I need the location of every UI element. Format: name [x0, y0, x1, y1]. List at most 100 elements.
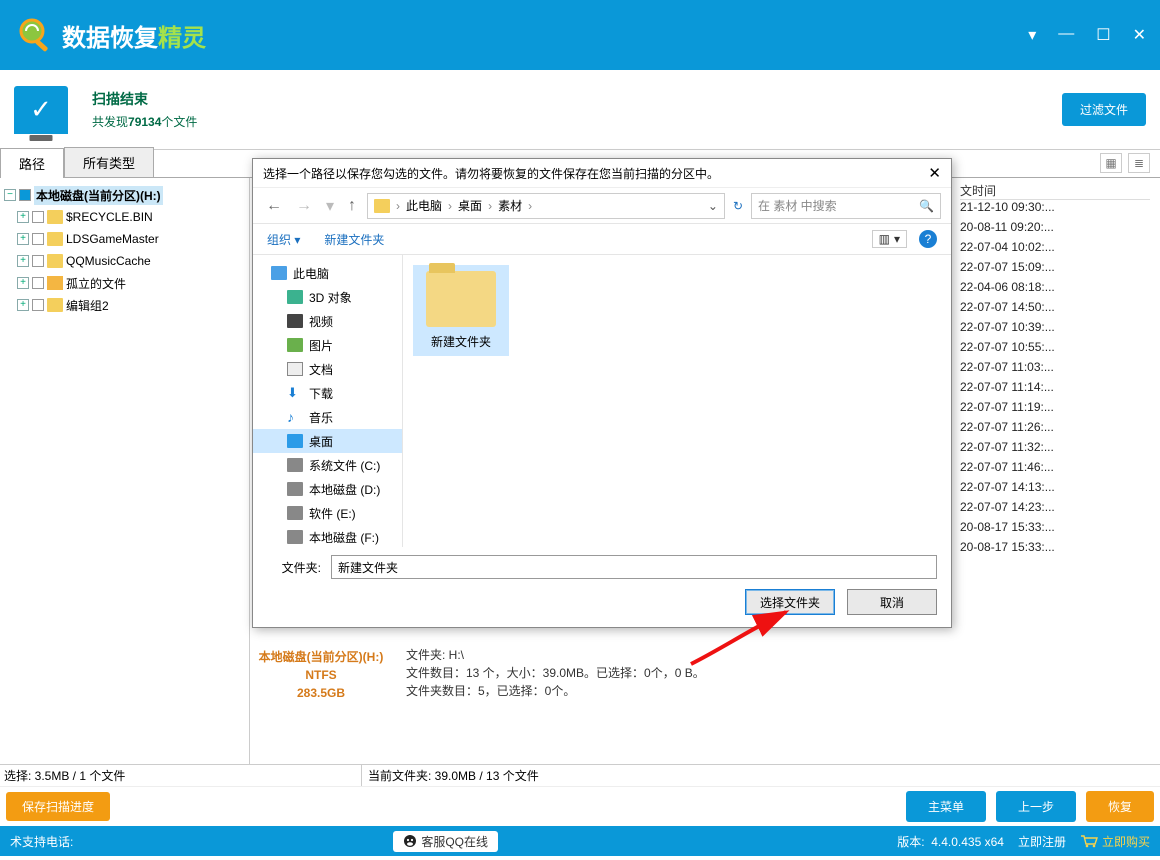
tree-expand-icon[interactable]: +	[17, 299, 29, 311]
buy-button[interactable]: 立即购买	[1080, 833, 1150, 850]
timestamp-cell: 22-07-07 11:19:...	[960, 400, 1150, 420]
tree-expand-icon[interactable]: +	[17, 233, 29, 245]
tab-path[interactable]: 路径	[0, 148, 64, 178]
tech-support-label: 术支持电话:	[10, 833, 73, 850]
brand-text-a: 数据恢复	[62, 18, 158, 53]
footer: 术支持电话: 客服QQ在线 版本: 4.4.0.435 x64 立即注册 立即购…	[0, 826, 1160, 856]
disk-card[interactable]: 本地磁盘(当前分区)(H:) NTFS 283.5GB	[256, 648, 386, 702]
side-drive-f[interactable]: 本地磁盘 (F:)	[253, 525, 402, 547]
organize-menu[interactable]: 组织 ▾	[267, 231, 300, 248]
tree-checkbox[interactable]	[19, 189, 31, 201]
side-drive-c[interactable]: 系统文件 (C:)	[253, 453, 402, 477]
view-mode-dropdown[interactable]: ▥ ▾	[872, 230, 907, 248]
folder-icon	[47, 254, 63, 268]
nav-up-icon[interactable]: ↑	[345, 197, 359, 215]
version-label: 版本: 4.4.0.435 x64	[897, 833, 1004, 850]
folder-icon	[47, 232, 63, 246]
side-videos[interactable]: 视频	[253, 309, 402, 333]
timestamp-cell: 22-07-07 14:13:...	[960, 480, 1150, 500]
tree-item[interactable]: $RECYCLE.BIN	[66, 210, 153, 224]
new-folder-button[interactable]: 新建文件夹	[324, 231, 384, 248]
tree-collapse-icon[interactable]: −	[4, 189, 16, 201]
choose-folder-button[interactable]: 选择文件夹	[745, 589, 835, 615]
main-menu-button[interactable]: 主菜单	[906, 791, 986, 822]
timestamp-cell: 22-07-07 11:26:...	[960, 420, 1150, 440]
side-pictures[interactable]: 图片	[253, 333, 402, 357]
timestamp-cell: 22-07-04 10:02:...	[960, 240, 1150, 260]
nav-recent-icon[interactable]: ▾	[323, 196, 337, 216]
timestamp-cell: 22-04-06 08:18:...	[960, 280, 1150, 300]
tree-item[interactable]: 孤立的文件	[66, 275, 126, 292]
tree-expand-icon[interactable]: +	[17, 277, 29, 289]
brand-text-b: 精灵	[158, 18, 206, 53]
folder-item-label: 新建文件夹	[415, 333, 507, 350]
scan-title: 扫描结束	[92, 89, 197, 109]
tree-checkbox[interactable]	[32, 211, 44, 223]
side-documents[interactable]: 文档	[253, 357, 402, 381]
side-downloads[interactable]: ⬇下载	[253, 381, 402, 405]
folder-icon	[47, 298, 63, 312]
timestamp-cell: 22-07-07 11:14:...	[960, 380, 1150, 400]
folder-icon	[47, 210, 63, 224]
qq-support-button[interactable]: 客服QQ在线	[393, 831, 498, 852]
drive-icon	[287, 530, 303, 544]
nav-forward-icon[interactable]: →	[293, 197, 315, 215]
drive-icon	[287, 458, 303, 472]
dialog-title: 选择一个路径以保存您勾选的文件。请勿将要恢复的文件保存在您当前扫描的分区中。	[263, 165, 719, 182]
prev-button[interactable]: 上一步	[996, 791, 1076, 822]
current-folder-status: 当前文件夹: 39.0MB / 13 个文件	[362, 767, 539, 784]
dialog-search-input[interactable]: 在 素材 中搜索 🔍	[751, 193, 941, 219]
side-music[interactable]: ♪音乐	[253, 405, 402, 429]
view-grid-icon[interactable]: ▦	[1100, 153, 1122, 173]
recover-button[interactable]: 恢复	[1086, 791, 1154, 822]
minimize-icon[interactable]: —	[1058, 25, 1074, 45]
video-icon	[287, 314, 303, 328]
side-drive-d[interactable]: 本地磁盘 (D:)	[253, 477, 402, 501]
folder-large-icon	[426, 271, 496, 327]
timestamp-cell: 20-08-17 15:33:...	[960, 520, 1150, 540]
window-controls: ▾ — ☐ ✕	[1028, 25, 1152, 45]
dialog-close-icon[interactable]: ✕	[928, 164, 941, 182]
timestamp-cell: 20-08-17 15:33:...	[960, 540, 1150, 560]
folder-item-selected[interactable]: 新建文件夹	[413, 265, 509, 356]
tree-root[interactable]: 本地磁盘(当前分区)(H:)	[34, 186, 163, 205]
timestamp-cell: 22-07-07 15:09:...	[960, 260, 1150, 280]
scan-subtitle: 共发现79134个文件	[92, 113, 197, 130]
side-3d-objects[interactable]: 3D 对象	[253, 285, 402, 309]
side-this-pc[interactable]: 此电脑	[253, 261, 402, 285]
refresh-icon[interactable]: ↻	[733, 199, 743, 213]
dialog-file-area[interactable]: 新建文件夹	[403, 255, 951, 547]
tree-checkbox[interactable]	[32, 233, 44, 245]
timestamp-cell: 22-07-07 11:03:...	[960, 360, 1150, 380]
side-desktop[interactable]: 桌面	[253, 429, 402, 453]
document-icon	[287, 362, 303, 376]
tree-checkbox[interactable]	[32, 277, 44, 289]
folder-field-label: 文件夹:	[267, 559, 321, 576]
view-list-icon[interactable]: ≣	[1128, 153, 1150, 173]
timestamp-column: 文时间 21-12-10 09:30:...20-08-11 09:20:...…	[960, 178, 1150, 560]
register-button[interactable]: 立即注册	[1018, 833, 1066, 850]
save-progress-button[interactable]: 保存扫描进度	[6, 792, 110, 821]
tree-item[interactable]: QQMusicCache	[66, 254, 151, 268]
timestamp-cell: 22-07-07 11:46:...	[960, 460, 1150, 480]
help-icon[interactable]: ?	[919, 230, 937, 248]
close-icon[interactable]: ✕	[1133, 25, 1146, 45]
cancel-button[interactable]: 取消	[847, 589, 937, 615]
tree-expand-icon[interactable]: +	[17, 211, 29, 223]
side-drive-e[interactable]: 软件 (E:)	[253, 501, 402, 525]
tree-item[interactable]: LDSGameMaster	[66, 232, 159, 246]
filter-files-button[interactable]: 过滤文件	[1062, 93, 1146, 126]
tree-expand-icon[interactable]: +	[17, 255, 29, 267]
breadcrumb[interactable]: ›此电脑 ›桌面 ›素材 › ⌄	[367, 193, 725, 219]
tree-item[interactable]: 编辑组2	[66, 297, 109, 314]
maximize-icon[interactable]: ☐	[1096, 25, 1110, 45]
tab-all-types[interactable]: 所有类型	[64, 147, 154, 177]
menu-icon[interactable]: ▾	[1028, 25, 1036, 45]
tree-checkbox[interactable]	[32, 255, 44, 267]
nav-back-icon[interactable]: ←	[263, 197, 285, 215]
folder-name-input[interactable]	[331, 555, 937, 579]
picture-icon	[287, 338, 303, 352]
chevron-down-icon[interactable]: ⌄	[708, 199, 718, 213]
selection-status: 选择: 3.5MB / 1 个文件	[0, 765, 362, 786]
tree-checkbox[interactable]	[32, 299, 44, 311]
